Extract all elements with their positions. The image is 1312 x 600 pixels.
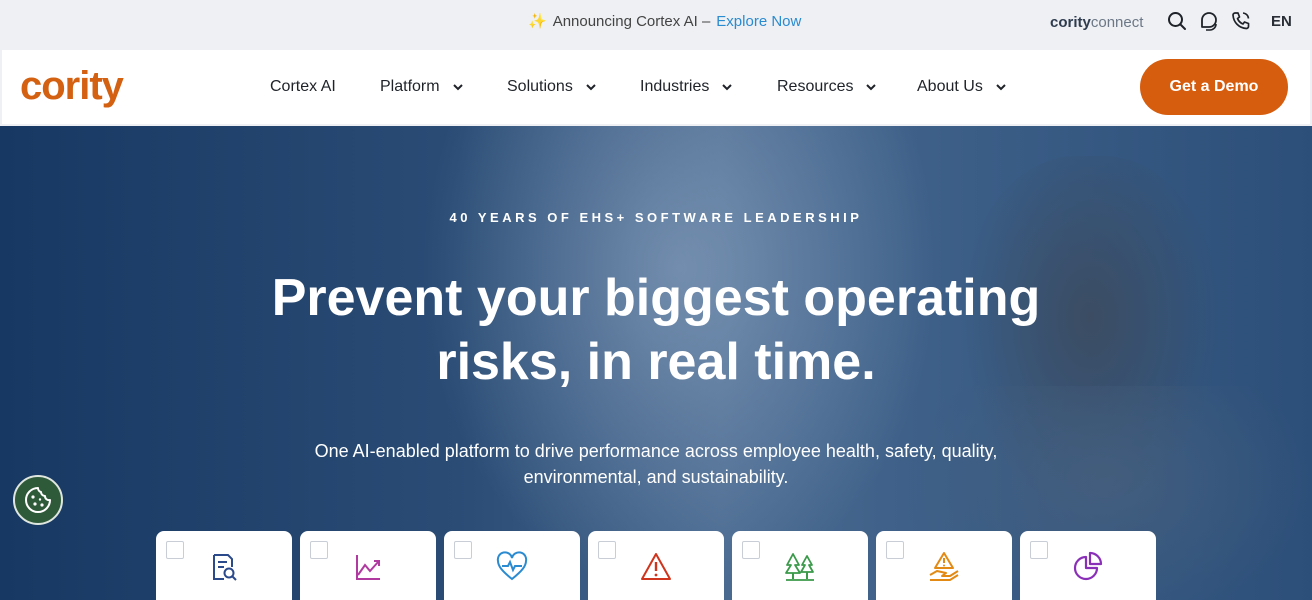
nav-item-cortex-ai[interactable]: Cortex AI <box>270 78 336 96</box>
search-icon[interactable] <box>1166 10 1188 32</box>
solution-card-health[interactable] <box>156 531 292 600</box>
hero-headline: Prevent your biggest operating risks, in… <box>0 266 1312 394</box>
card-checkbox[interactable] <box>166 541 184 559</box>
chevron-down-icon <box>866 84 877 91</box>
nav-item-label: Cortex AI <box>270 78 336 95</box>
card-checkbox[interactable] <box>1030 541 1048 559</box>
main-navigation: cority Cortex AI Platform Solutions Indu… <box>2 50 1310 124</box>
trees-icon <box>785 553 814 581</box>
warning-triangle-icon <box>641 553 671 580</box>
card-checkbox[interactable] <box>310 541 328 559</box>
announcement-bar: ✨ Announcing Cortex AI – Explore Now cor… <box>0 0 1312 48</box>
cority-connect-brand: cority <box>1050 14 1091 31</box>
hero-subtitle: One AI-enabled platform to drive perform… <box>0 438 1312 490</box>
announcement: ✨ Announcing Cortex AI – Explore Now <box>528 12 801 31</box>
language-selector[interactable]: EN <box>1271 13 1292 30</box>
solution-card-sustainability[interactable] <box>1020 531 1156 600</box>
chevron-down-icon <box>586 84 596 91</box>
hero-subtitle-line-1: One AI-enabled platform to drive perform… <box>314 441 998 461</box>
nav-item-label: Platform <box>380 78 440 95</box>
phone-icon[interactable] <box>1230 10 1252 32</box>
nav-item-platform[interactable]: Platform <box>380 78 464 96</box>
nav-item-label: Solutions <box>507 78 573 95</box>
sparkle-icon: ✨ <box>528 13 547 30</box>
trend-chart-icon <box>356 555 380 580</box>
card-checkbox[interactable] <box>742 541 760 559</box>
hero-subtitle-line-2: environmental, and sustainability. <box>523 467 789 487</box>
solution-card-environmental[interactable] <box>732 531 868 600</box>
hero-eyebrow: 40 YEARS OF EHS+ SOFTWARE LEADERSHIP <box>449 210 863 225</box>
nav-item-about-us[interactable]: About Us <box>917 78 1007 96</box>
hand-warning-icon <box>929 552 959 581</box>
hero-headline-line-2: risks, in real time. <box>436 333 876 391</box>
announcement-text: Announcing Cortex AI – <box>552 12 711 30</box>
heart-pulse-icon <box>496 551 528 581</box>
solution-card-performance[interactable] <box>300 531 436 600</box>
cookie-icon <box>25 487 51 513</box>
document-search-icon <box>213 554 237 581</box>
nav-item-label: Resources <box>777 78 854 95</box>
solution-card-risk[interactable] <box>876 531 1012 600</box>
card-checkbox[interactable] <box>454 541 472 559</box>
chat-icon[interactable] <box>1198 10 1220 32</box>
explore-now-link[interactable]: Explore Now <box>716 13 801 30</box>
hero-section: 40 YEARS OF EHS+ SOFTWARE LEADERSHIP Pre… <box>0 126 1312 600</box>
nav-item-industries[interactable]: Industries <box>640 78 733 96</box>
cookie-settings-button[interactable] <box>13 475 63 525</box>
nav-item-solutions[interactable]: Solutions <box>507 78 597 96</box>
chevron-down-icon <box>452 84 463 91</box>
nav-item-label: About Us <box>917 78 983 95</box>
get-a-demo-button[interactable]: Get a Demo <box>1140 59 1288 115</box>
hero-headline-line-1: Prevent your biggest operating <box>271 269 1041 327</box>
solution-card-wellbeing[interactable] <box>444 531 580 600</box>
card-checkbox[interactable] <box>886 541 904 559</box>
card-checkbox[interactable] <box>598 541 616 559</box>
solution-card-safety[interactable] <box>588 531 724 600</box>
chevron-down-icon <box>722 84 733 91</box>
pie-chart-icon <box>1073 551 1103 581</box>
nav-item-resources[interactable]: Resources <box>777 78 877 96</box>
chevron-down-icon <box>996 84 1006 91</box>
cority-logo[interactable]: cority <box>20 64 124 109</box>
nav-item-label: Industries <box>640 78 710 95</box>
cority-connect-link[interactable]: corityconnect <box>1050 14 1143 31</box>
cority-connect-suffix: connect <box>1090 14 1144 31</box>
